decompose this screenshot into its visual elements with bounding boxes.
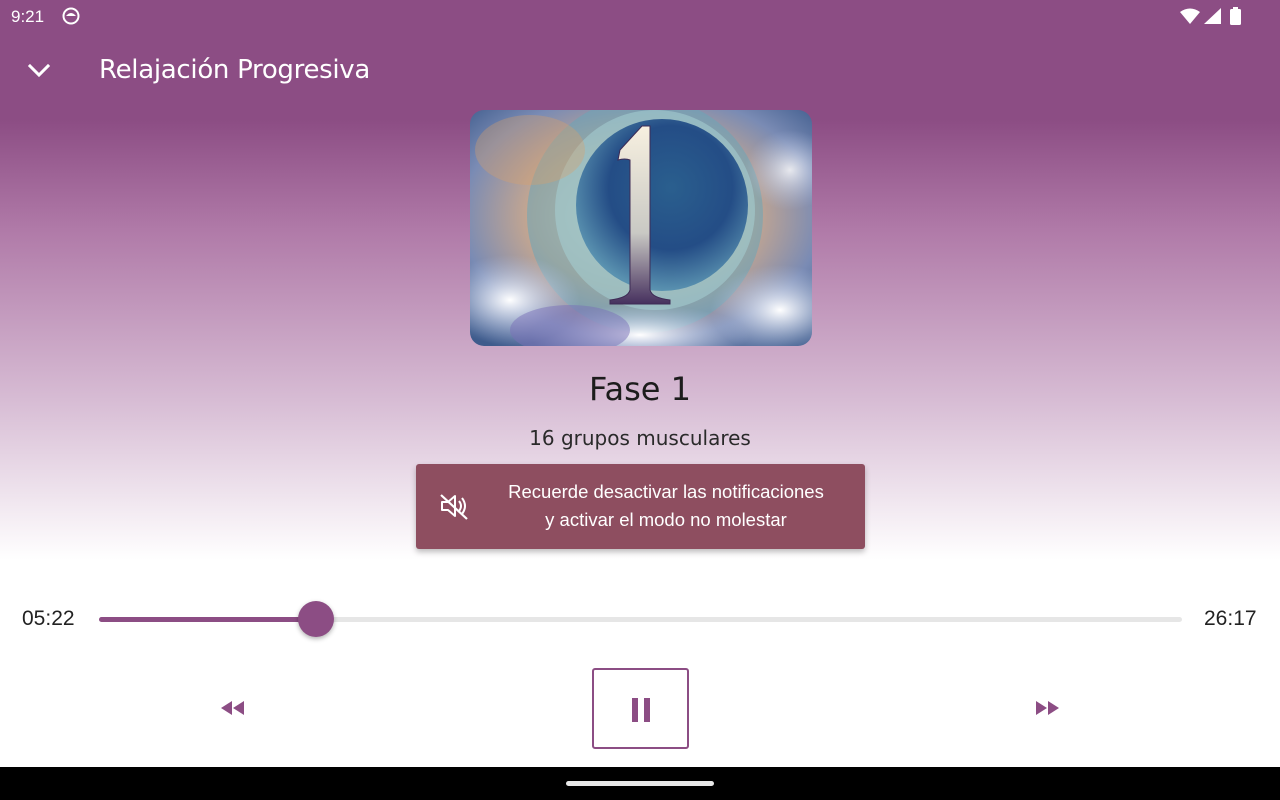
pause-icon <box>632 698 650 722</box>
app-bar: Relajación Progresiva <box>0 40 1280 102</box>
chevron-down-icon[interactable] <box>24 56 54 86</box>
battery-icon <box>1230 7 1241 25</box>
track-subtitle: 16 grupos musculares <box>529 426 751 450</box>
notice-line-2: y activar el modo no molestar <box>545 509 787 530</box>
cover-art-image <box>470 110 812 346</box>
cell-signal-icon <box>1204 8 1221 24</box>
track-title: Fase 1 <box>589 370 691 408</box>
home-gesture-handle[interactable] <box>566 781 714 786</box>
pause-button[interactable] <box>592 668 689 749</box>
status-bar: 9:21 <box>0 0 1280 34</box>
fast-forward-icon[interactable] <box>1032 697 1062 719</box>
page-title: Relajación Progresiva <box>99 55 371 85</box>
rewind-icon[interactable] <box>218 697 248 719</box>
notification-app-icon <box>62 7 80 25</box>
wifi-icon <box>1180 8 1200 24</box>
do-not-disturb-notice: Recuerde desactivar las notificaciones y… <box>416 464 865 549</box>
status-time: 9:21 <box>11 7 45 26</box>
seek-bar-thumb[interactable] <box>297 601 334 637</box>
elapsed-time: 05:22 <box>22 607 75 630</box>
notice-message: Recuerde desactivar las notificaciones y… <box>496 478 836 534</box>
seek-bar-progress <box>99 617 316 622</box>
seek-bar[interactable] <box>99 601 1182 637</box>
notice-line-1: Recuerde desactivar las notificaciones <box>508 481 824 502</box>
total-time: 26:17 <box>1204 607 1257 630</box>
system-navigation-bar <box>0 767 1280 800</box>
volume-off-icon <box>440 494 468 520</box>
